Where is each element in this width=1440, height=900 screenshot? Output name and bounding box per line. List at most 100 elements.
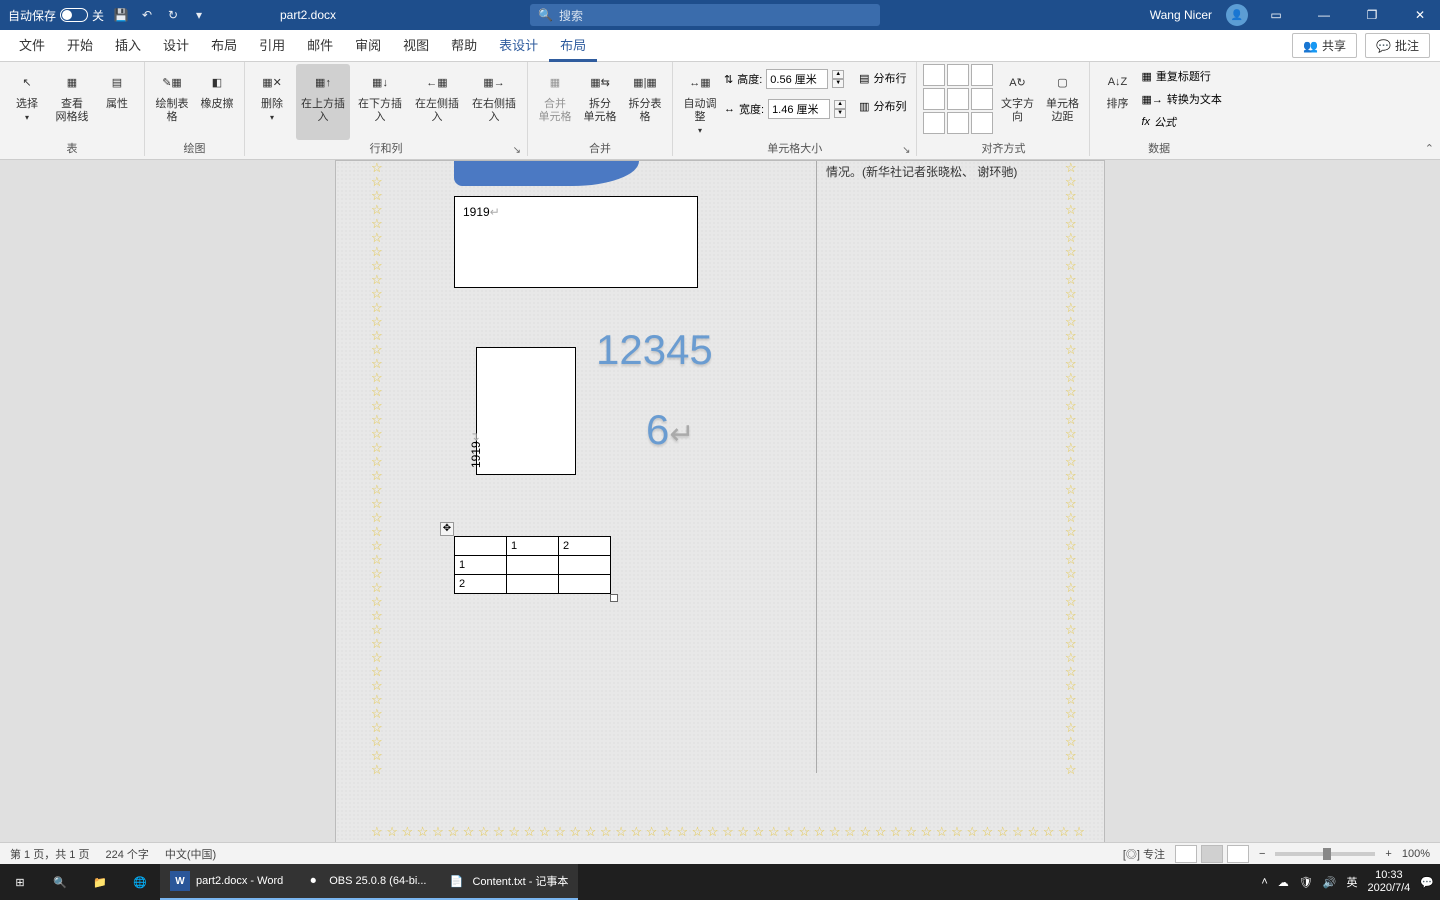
tab-mailings[interactable]: 邮件 [296, 30, 344, 62]
view-print-layout[interactable] [1201, 845, 1223, 863]
view-read-mode[interactable] [1175, 845, 1197, 863]
taskbar-explorer[interactable]: 📁 [80, 864, 120, 900]
align-bottom-right[interactable] [971, 112, 993, 134]
tray-ime[interactable]: 英 [1346, 874, 1357, 890]
start-button[interactable]: ⊞ [0, 864, 40, 900]
split-table-button[interactable]: ▦|▦拆分表格 [624, 64, 666, 140]
cell-r3c2[interactable] [507, 575, 559, 594]
zoom-out-icon[interactable]: − [1259, 848, 1265, 860]
align-middle-center[interactable] [947, 88, 969, 110]
undo-icon[interactable]: ↶ [138, 6, 156, 24]
tab-help[interactable]: 帮助 [440, 30, 488, 62]
focus-mode[interactable]: [◎] 专注 [1123, 846, 1165, 862]
convert-button[interactable]: ▦→转换为文本 [1141, 89, 1221, 109]
width-spinner[interactable]: ▲▼ [834, 100, 846, 118]
merge-cells-button[interactable]: ▦合并 单元格 [534, 64, 576, 140]
align-top-right[interactable] [971, 64, 993, 86]
textbox-1919-b[interactable]: 1919↵ [476, 347, 576, 475]
delete-button[interactable]: ▦✕删除▾ [251, 64, 293, 140]
tray-onedrive-icon[interactable]: ☁ [1278, 876, 1289, 889]
autofit-button[interactable]: ↔▦自动调整▾ [679, 64, 721, 140]
tab-references[interactable]: 引用 [248, 30, 296, 62]
tray-clock[interactable]: 10:33 2020/7/4 [1367, 869, 1410, 895]
align-top-center[interactable] [947, 64, 969, 86]
cell-r1c3[interactable]: 2 [559, 537, 611, 556]
blue-shape[interactable] [454, 161, 639, 186]
taskbar-edge[interactable]: 🌐 [120, 864, 160, 900]
insert-left-button[interactable]: ←▦在左侧插入 [410, 64, 464, 140]
insert-right-button[interactable]: ▦→在右侧插入 [467, 64, 521, 140]
taskbar-obs[interactable]: ⏺OBS 25.0.8 (64-bi... [293, 864, 436, 900]
document-area[interactable]: ☆☆☆☆☆☆☆☆☆☆☆☆☆☆☆☆☆☆☆☆☆☆☆☆☆☆☆☆☆☆☆☆☆☆☆☆☆☆☆☆… [0, 160, 1440, 864]
tab-table-design[interactable]: 表设计 [488, 30, 549, 62]
height-spinner[interactable]: ▲▼ [832, 70, 844, 88]
zoom-level[interactable]: 100% [1402, 848, 1430, 860]
width-input[interactable] [768, 99, 830, 119]
taskbar-notepad[interactable]: 📄Content.txt - 记事本 [436, 864, 578, 900]
taskbar-search[interactable]: 🔍 [40, 864, 80, 900]
repeat-header-button[interactable]: ▦重复标题行 [1141, 66, 1221, 86]
tab-insert[interactable]: 插入 [104, 30, 152, 62]
save-icon[interactable]: 💾 [112, 6, 130, 24]
avatar[interactable]: 👤 [1226, 4, 1248, 26]
zoom-in-icon[interactable]: + [1385, 848, 1391, 860]
cell-margins-button[interactable]: ▢单元格 边距 [1041, 64, 1083, 140]
rowcol-launcher-icon[interactable]: ↘ [513, 145, 521, 156]
cell-r2c3[interactable] [559, 556, 611, 575]
cell-r2c1[interactable]: 1 [455, 556, 507, 575]
cell-r1c2[interactable]: 1 [507, 537, 559, 556]
search-box[interactable]: 🔍 搜索 [530, 4, 880, 26]
text-direction-button[interactable]: A↻文字方向 [996, 64, 1038, 140]
status-page[interactable]: 第 1 页，共 1 页 [10, 846, 89, 862]
distribute-cols-button[interactable]: ▥分布列 [855, 96, 910, 116]
table-resize-handle[interactable] [610, 594, 618, 602]
tab-view[interactable]: 视图 [392, 30, 440, 62]
tray-security-icon[interactable]: 🛡 [1299, 876, 1313, 889]
insert-above-button[interactable]: ▦↑在上方插入 [296, 64, 350, 140]
select-button[interactable]: ↖选择▾ [6, 64, 48, 140]
taskbar-word[interactable]: Wpart2.docx - Word [160, 864, 293, 900]
wordart-12345[interactable]: 12345 [596, 326, 713, 374]
height-input[interactable] [766, 69, 828, 89]
qat-more-icon[interactable]: ▾ [190, 6, 208, 24]
view-gridlines-button[interactable]: ▦查看 网格线 [51, 64, 93, 140]
properties-button[interactable]: ▤属性 [96, 64, 138, 140]
table-move-handle[interactable]: ✥ [440, 522, 454, 536]
tab-design[interactable]: 设计 [152, 30, 200, 62]
tab-file[interactable]: 文件 [8, 30, 56, 62]
side-paragraph[interactable]: 情况。(新华社记者张晓松、 谢环驰) [826, 163, 1076, 181]
insert-below-button[interactable]: ▦↓在下方插入 [353, 64, 407, 140]
maximize-icon[interactable]: ❐ [1352, 0, 1392, 30]
cell-r1c1[interactable] [455, 537, 507, 556]
formula-button[interactable]: fx公式 [1141, 112, 1221, 132]
tab-home[interactable]: 开始 [56, 30, 104, 62]
split-cells-button[interactable]: ▦⇆拆分 单元格 [579, 64, 621, 140]
align-middle-right[interactable] [971, 88, 993, 110]
distribute-rows-button[interactable]: ▤分布行 [855, 68, 910, 88]
align-top-left[interactable] [923, 64, 945, 86]
align-bottom-left[interactable] [923, 112, 945, 134]
ribbon-mode-icon[interactable]: ▭ [1256, 0, 1296, 30]
sort-button[interactable]: A↓Z排序 [1096, 64, 1138, 140]
status-language[interactable]: 中文(中国) [165, 846, 216, 862]
zoom-slider[interactable] [1275, 852, 1375, 856]
tab-table-layout[interactable]: 布局 [549, 30, 597, 62]
collapse-ribbon-icon[interactable]: ⌃ [1425, 142, 1434, 155]
textbox-1919-a[interactable]: 1919↵ [454, 196, 698, 288]
wordart-6[interactable]: 6↵ [646, 406, 695, 454]
view-web-layout[interactable] [1227, 845, 1249, 863]
tray-notifications-icon[interactable]: 💬 [1420, 876, 1434, 889]
tray-overflow-icon[interactable]: ˄ [1261, 876, 1267, 888]
draw-table-button[interactable]: ✎▦绘制表格 [151, 64, 193, 140]
share-button[interactable]: 👥共享 [1292, 33, 1357, 58]
eraser-button[interactable]: ◧橡皮擦 [196, 64, 238, 140]
cell-r3c3[interactable] [559, 575, 611, 594]
status-words[interactable]: 224 个字 [105, 846, 148, 862]
mini-table[interactable]: 12 1 2 [454, 536, 611, 594]
cell-r3c1[interactable]: 2 [455, 575, 507, 594]
redo-icon[interactable]: ↻ [164, 6, 182, 24]
cell-r2c2[interactable] [507, 556, 559, 575]
align-middle-left[interactable] [923, 88, 945, 110]
align-bottom-center[interactable] [947, 112, 969, 134]
tab-review[interactable]: 审阅 [344, 30, 392, 62]
